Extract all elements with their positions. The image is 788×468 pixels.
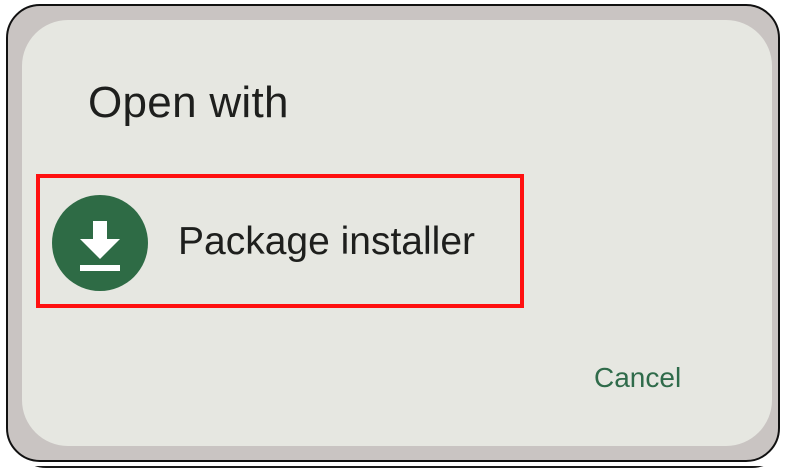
cancel-button[interactable]: Cancel: [582, 356, 693, 400]
download-icon-glyph: [80, 221, 120, 271]
screenshot-frame: Open with Package installer Cancel: [6, 4, 780, 462]
option-label: Package installer: [178, 220, 475, 263]
option-package-installer[interactable]: Package installer: [36, 174, 524, 308]
open-with-dialog: Open with Package installer Cancel: [22, 20, 772, 446]
dialog-title: Open with: [88, 78, 289, 127]
download-icon: [52, 195, 148, 291]
